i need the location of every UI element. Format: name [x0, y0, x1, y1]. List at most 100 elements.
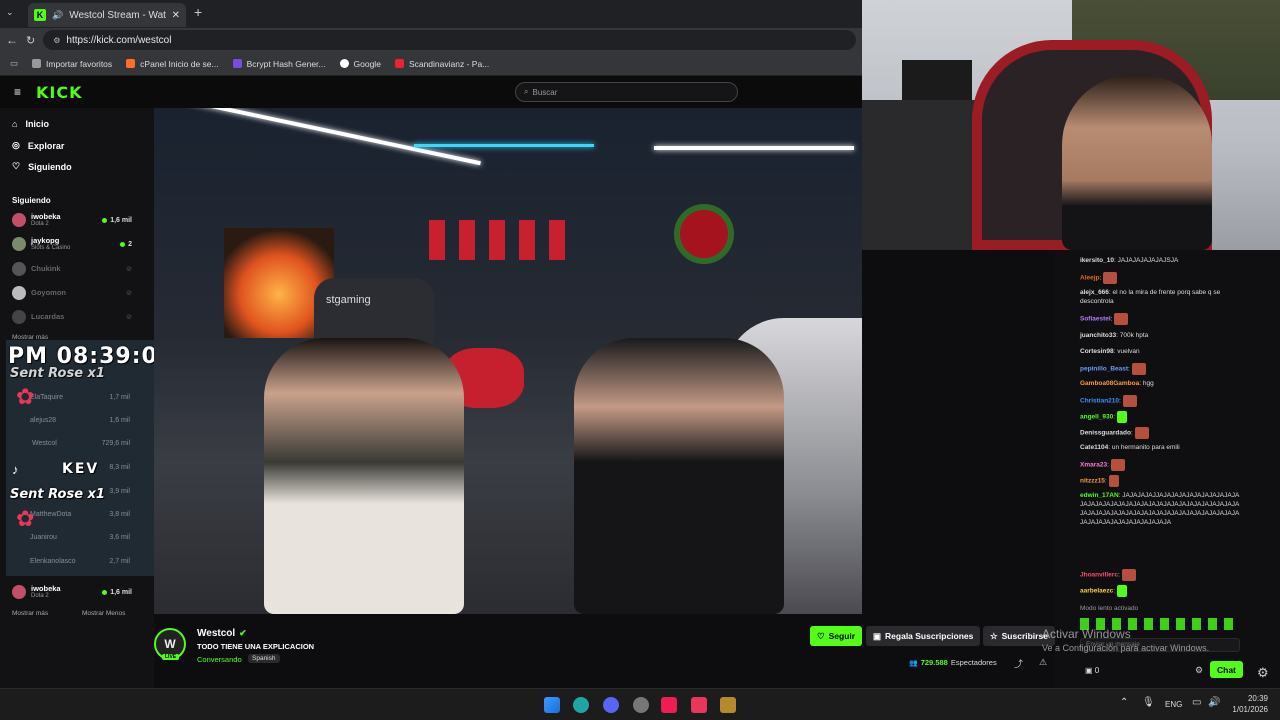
- search-placeholder: Buscar: [532, 87, 558, 97]
- store-icon[interactable]: [691, 697, 707, 713]
- gift-icon: ▣: [873, 630, 882, 641]
- discord-icon[interactable]: [603, 697, 619, 713]
- emote-icon: [1103, 272, 1118, 284]
- tray-chevron-icon[interactable]: ⌃: [1120, 697, 1128, 708]
- bookmark-cpanel[interactable]: cPanel Inicio de se...: [126, 59, 219, 69]
- rose-icon: ✿: [16, 384, 35, 409]
- clock[interactable]: 20:39 1/01/2026: [1228, 693, 1268, 715]
- emote-icon: [1116, 411, 1127, 423]
- chat-message: nitzzz15:: [1080, 475, 1240, 487]
- microphone-icon[interactable]: 🎙: [1142, 697, 1155, 708]
- address-bar-row: ← ↻ ⚙ https://kick.com/westcol: [0, 28, 862, 52]
- viewers-icon: 👥: [909, 659, 918, 667]
- folder-icon: [32, 59, 42, 68]
- christmas-wreath: [674, 204, 734, 264]
- browser-tab-bar: ⌄ K 🔊 Westcol Stream - Watch Live ... ✕ …: [0, 0, 862, 28]
- tab-title: Westcol Stream - Watch Live ...: [69, 9, 166, 21]
- person-right: [574, 338, 784, 614]
- show-more-recommended[interactable]: Mostrar más: [12, 610, 48, 617]
- share-icon[interactable]: ⤴: [1014, 657, 1023, 670]
- channel-lucardas[interactable]: Lucardas ⊘: [12, 305, 132, 329]
- chat-message: Jhoanvillerc:: [1080, 569, 1240, 581]
- avatar: [12, 262, 26, 276]
- channel-iwobeka-rec[interactable]: iwobeka Dota 2 1,6 mil: [12, 580, 132, 604]
- points-counter[interactable]: ▣ 0: [1085, 666, 1099, 675]
- speaker-icon[interactable]: 🔊: [52, 10, 63, 21]
- url-text: https://kick.com/westcol: [66, 34, 172, 46]
- channel-iwobeka[interactable]: iwobeka Dota 2 1,6 mil: [12, 208, 132, 232]
- streamer-name[interactable]: Westcol ✔: [197, 628, 247, 639]
- menu-icon[interactable]: ≡: [14, 85, 21, 99]
- overlay-kev: KEV: [62, 461, 100, 477]
- chat-message: Gamboa08Gamboa: hgg: [1080, 380, 1154, 387]
- gift-subs-button[interactable]: ▣ Regala Suscripciones: [866, 626, 981, 646]
- live-badge: LIVE: [162, 654, 180, 660]
- neon-light: [167, 108, 481, 166]
- bcrypt-icon: [232, 59, 242, 68]
- live-dot-icon: [120, 241, 126, 247]
- new-tab-button[interactable]: +: [194, 4, 202, 20]
- url-field[interactable]: ⚙ https://kick.com/westcol: [43, 30, 856, 50]
- sidebar-toggle-icon[interactable]: ▭: [10, 58, 18, 69]
- overlay-gift-text-2: Sent Rose x1: [10, 487, 105, 502]
- windows-taskbar: ⌃ 🎙 ENG ▭ 🔊 20:39 1/01/2026: [0, 688, 1280, 720]
- offline-icon: ⊘: [126, 266, 132, 273]
- close-tab-icon[interactable]: ✕: [172, 10, 180, 21]
- emote-icon: [1108, 475, 1119, 487]
- browser-tab-kick[interactable]: K 🔊 Westcol Stream - Watch Live ... ✕: [28, 3, 186, 27]
- clock-date: 1/01/2026: [1232, 705, 1268, 715]
- nav-following[interactable]: ♡ Siguiendo: [12, 161, 72, 172]
- bookmarks-bar: ▭ Importar favoritos cPanel Inicio de se…: [0, 52, 862, 76]
- warcraft-icon[interactable]: [720, 697, 736, 713]
- follow-button[interactable]: ♡ Seguir: [810, 626, 863, 646]
- bookmark-bcrypt[interactable]: Bcrypt Hash Gener...: [232, 59, 326, 69]
- stream-title: TODO TIENE UNA EXPLICACION: [197, 642, 315, 651]
- bookmark-scandinavianz[interactable]: Scandinavianz - Pa...: [394, 59, 489, 69]
- clock-time: 20:39: [1247, 694, 1268, 703]
- bookmark-google[interactable]: Google: [339, 59, 381, 69]
- kick-logo[interactable]: KICK: [36, 83, 83, 102]
- verified-icon: ✔: [239, 628, 247, 638]
- offline-icon: ⊘: [126, 314, 132, 321]
- streamer-cam: [1062, 75, 1212, 250]
- emote-icon: [1114, 313, 1129, 325]
- nav-explore[interactable]: ◎ Explorar: [12, 140, 64, 151]
- channel-jaykopg[interactable]: jaykopg Slots & Casino 2: [12, 232, 132, 256]
- chat-message: aarbelaezc:: [1080, 585, 1240, 597]
- search-input[interactable]: ⌕ Buscar: [515, 82, 738, 102]
- back-icon[interactable]: ←: [6, 33, 18, 47]
- chrome-icon[interactable]: [633, 697, 649, 713]
- viewer-count: 👥 729.588 Espectadores: [909, 658, 997, 667]
- site-info-icon[interactable]: ⚙: [53, 36, 60, 45]
- live-dot-icon: [102, 217, 108, 223]
- tiktok-app-icon[interactable]: [661, 697, 677, 713]
- volume-icon[interactable]: 🔊: [1208, 697, 1220, 708]
- video-player[interactable]: stgaming: [154, 108, 862, 614]
- windows-start-icon[interactable]: [544, 697, 560, 713]
- language-indicator[interactable]: ENG: [1165, 700, 1182, 709]
- show-less[interactable]: Mostrar Menos: [82, 610, 125, 617]
- bookmark-import[interactable]: Importar favoritos: [32, 59, 112, 69]
- stockings: [429, 220, 569, 260]
- network-icon[interactable]: ▭: [1192, 697, 1201, 708]
- channel-chukink[interactable]: Chukink ⊘: [12, 257, 132, 281]
- reload-icon[interactable]: ↻: [26, 34, 35, 47]
- activate-windows-title: Activar Windows: [1042, 627, 1131, 641]
- home-icon: ⌂: [12, 119, 18, 129]
- stream-category[interactable]: Conversando: [197, 655, 242, 664]
- channel-goyomon[interactable]: Goyomon ⊘: [12, 281, 132, 305]
- chat-settings-icon[interactable]: ⚙: [1195, 665, 1203, 676]
- neon-light: [654, 146, 854, 150]
- report-icon[interactable]: ⚠: [1039, 657, 1047, 668]
- nav-home[interactable]: ⌂ Inicio: [12, 119, 49, 129]
- avatar: [12, 213, 26, 227]
- settings-gear-icon[interactable]: ⚙: [1257, 665, 1269, 681]
- avatar: [12, 286, 26, 300]
- avatar: [12, 310, 26, 324]
- emote-icon: [1122, 395, 1137, 407]
- chat-send-button[interactable]: Chat: [1210, 661, 1243, 678]
- tab-list-dropdown[interactable]: ⌄: [6, 7, 14, 18]
- edge-icon[interactable]: [573, 697, 589, 713]
- chat-message: edwin_17AN: JAJAJAJAJJAJAJAJAJAJAJAJAJAJ…: [1080, 492, 1240, 527]
- language-tag[interactable]: Spanish: [248, 654, 280, 663]
